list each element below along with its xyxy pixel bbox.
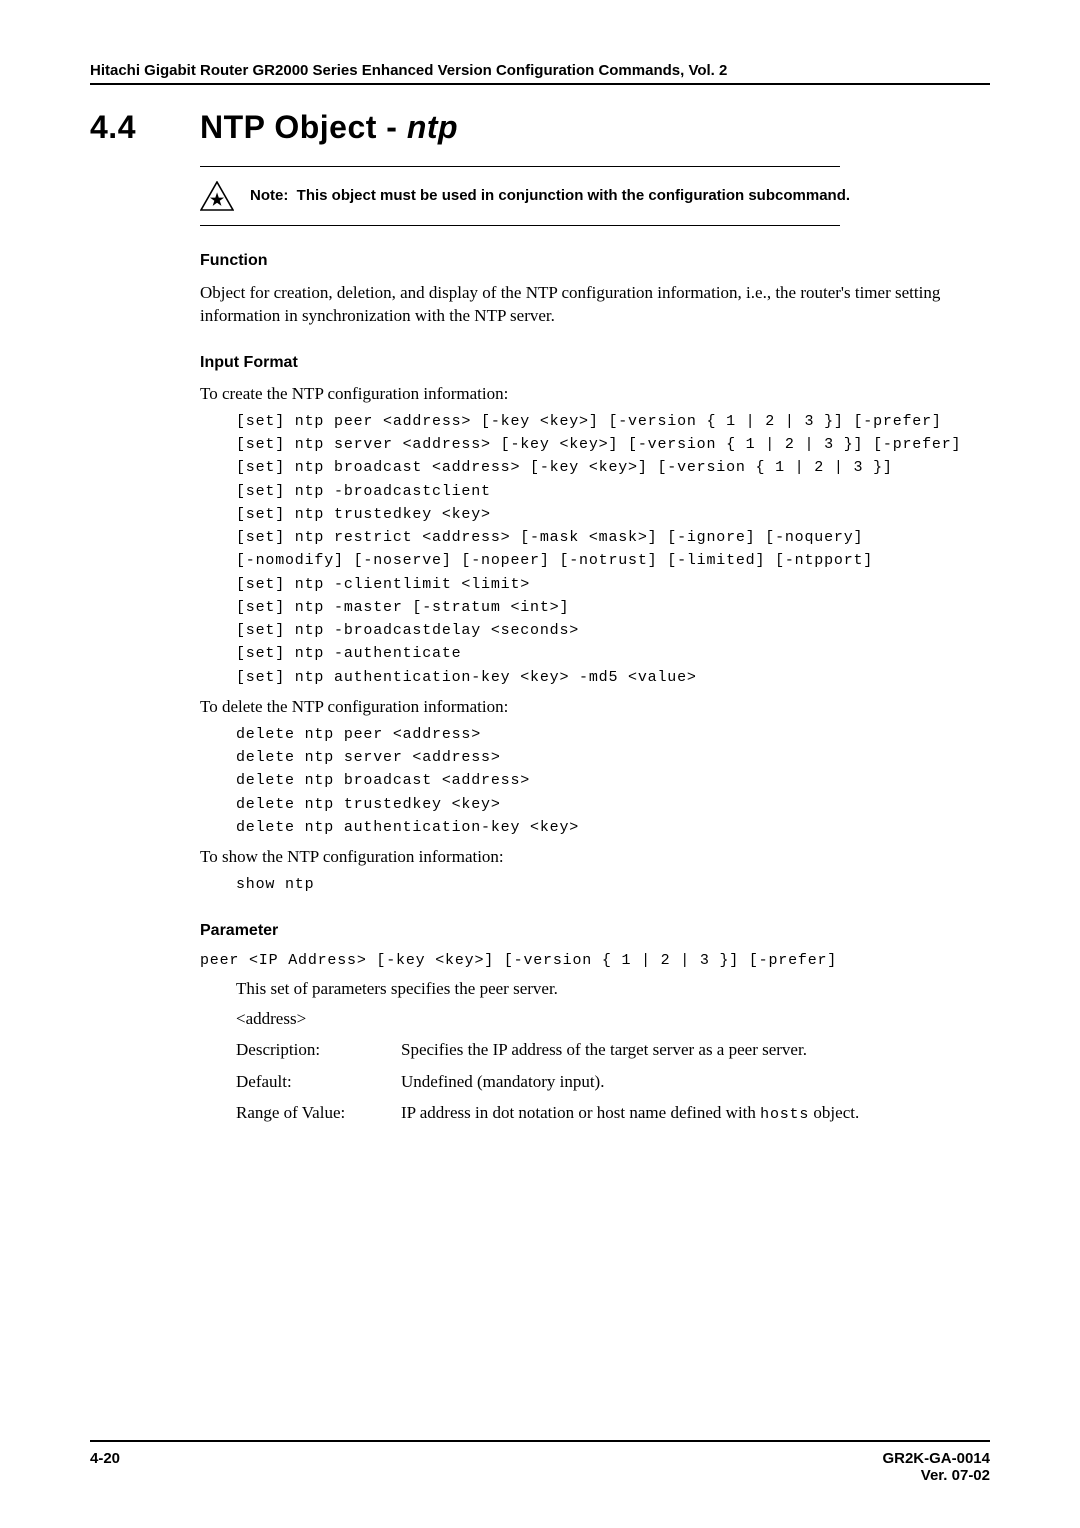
create-code: [set] ntp peer <address> [-key <key>] [-… — [236, 410, 990, 689]
footer-rule — [90, 1440, 990, 1442]
running-head: Hitachi Gigabit Router GR2000 Series Enh… — [90, 62, 990, 79]
section-number: 4.4 — [90, 109, 200, 146]
param-key: Range of Value: — [236, 1102, 401, 1125]
show-intro: To show the NTP configuration informatio… — [200, 847, 990, 867]
param-val: Specifies the IP address of the target s… — [401, 1039, 990, 1062]
note-bottom-rule — [200, 225, 840, 226]
parameter-syntax: peer <IP Address> [-key <key>] [-version… — [200, 952, 990, 969]
function-text: Object for creation, deletion, and displ… — [200, 282, 990, 328]
param-key: Description: — [236, 1039, 401, 1062]
footer-right: GR2K-GA-0014 Ver. 07-02 — [882, 1450, 990, 1484]
footer-page-number: 4-20 — [90, 1450, 120, 1484]
param-val: Undefined (mandatory input). — [401, 1071, 990, 1094]
page: Hitachi Gigabit Router GR2000 Series Enh… — [0, 0, 1080, 1528]
section-title-ital: ntp — [407, 109, 458, 145]
star-triangle-icon: ★ — [200, 181, 234, 211]
note-top-rule — [200, 166, 840, 167]
param-row-description: Description: Specifies the IP address of… — [236, 1039, 990, 1062]
note-row: ★ Note: This object must be used in conj… — [200, 181, 990, 211]
param-val: IP address in dot notation or host name … — [401, 1102, 990, 1125]
delete-intro: To delete the NTP configuration informat… — [200, 697, 990, 717]
param-row-range: Range of Value: IP address in dot notati… — [236, 1102, 990, 1125]
function-heading: Function — [200, 252, 990, 270]
footer-version: Ver. 07-02 — [882, 1467, 990, 1484]
input-format-heading: Input Format — [200, 354, 990, 372]
note-label: Note: — [250, 187, 288, 204]
delete-code: delete ntp peer <address> delete ntp ser… — [236, 723, 990, 839]
param-row-default: Default: Undefined (mandatory input). — [236, 1071, 990, 1094]
show-code: show ntp — [236, 873, 990, 896]
create-intro: To create the NTP configuration informat… — [200, 384, 990, 404]
section-title: 4.4NTP Object - ntp — [90, 109, 990, 146]
parameter-address-label: <address> — [236, 1009, 990, 1029]
param-key: Default: — [236, 1071, 401, 1094]
footer: 4-20 GR2K-GA-0014 Ver. 07-02 — [90, 1440, 990, 1484]
note-text: Note: This object must be used in conjun… — [250, 181, 850, 204]
note-body: This object must be used in conjunction … — [297, 187, 850, 204]
section-title-plain: NTP Object - — [200, 109, 407, 145]
content-block: ★ Note: This object must be used in conj… — [200, 166, 990, 1125]
svg-text:★: ★ — [210, 192, 225, 209]
top-rule — [90, 83, 990, 85]
parameter-heading: Parameter — [200, 922, 990, 940]
footer-doc-id: GR2K-GA-0014 — [882, 1450, 990, 1467]
footer-row: 4-20 GR2K-GA-0014 Ver. 07-02 — [90, 1450, 990, 1484]
parameter-desc: This set of parameters specifies the pee… — [236, 979, 990, 999]
